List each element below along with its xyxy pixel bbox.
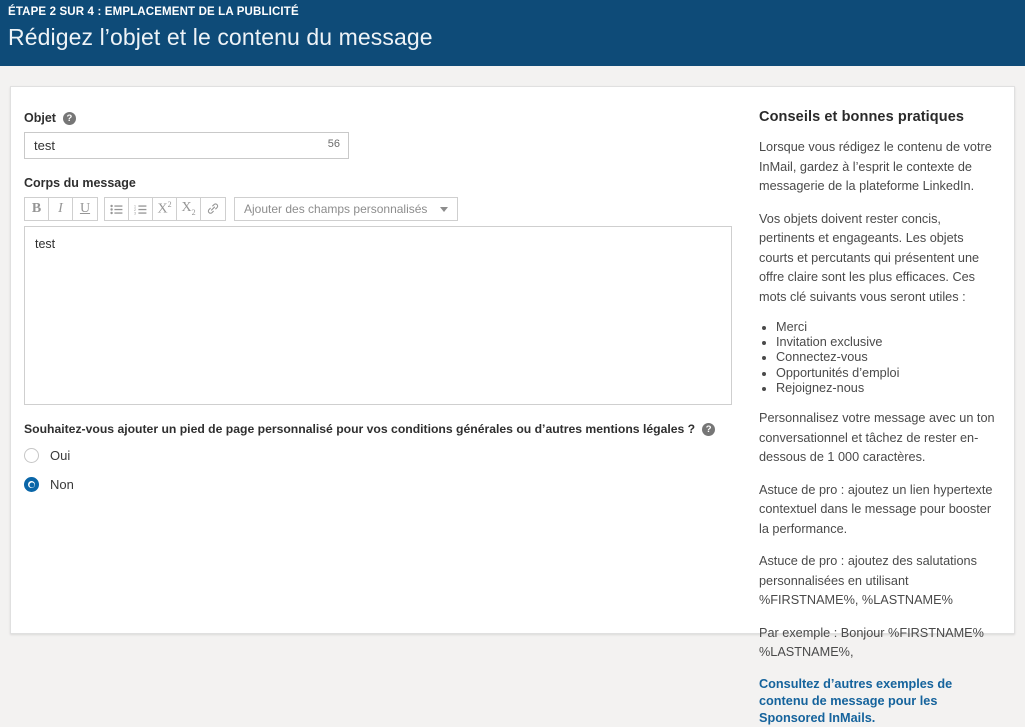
editor-toolbar: B I U 1 2 3 X2 X2 Ajouter des champs per… bbox=[24, 197, 746, 221]
subject-field-wrapper: 56 bbox=[24, 132, 349, 159]
radio-option-non[interactable]: Non bbox=[24, 477, 746, 492]
help-circle-icon[interactable]: ? bbox=[702, 422, 716, 436]
tips-paragraph-2: Vos objets doivent rester concis, pertin… bbox=[759, 211, 980, 304]
step-eyebrow: ÉTAPE 2 SUR 4 : EMPLACEMENT DE LA PUBLIC… bbox=[8, 6, 299, 18]
numbered-list-icon: 1 2 3 bbox=[134, 204, 147, 215]
italic-button[interactable]: I bbox=[49, 198, 73, 220]
list-item: Rejoignez-nous bbox=[776, 381, 998, 396]
tips-paragraph-5: Astuce de pro : ajoutez des salutations … bbox=[759, 554, 977, 608]
list-item: Connectez-vous bbox=[776, 350, 998, 365]
numbered-list-button[interactable]: 1 2 3 bbox=[129, 198, 153, 220]
tips-paragraph-3: Personnalisez votre message avec un ton … bbox=[759, 411, 995, 465]
body-label-row: Corps du message bbox=[24, 176, 746, 190]
tips-paragraph-4: Astuce de pro : ajoutez un lien hypertex… bbox=[759, 482, 993, 536]
list-item: Merci bbox=[776, 320, 998, 335]
list-item: Opportunités d’emploi bbox=[776, 366, 998, 381]
subject-label: Objet bbox=[24, 111, 56, 125]
footer-question-text: Souhaitez-vous ajouter un pied de page p… bbox=[24, 422, 696, 436]
list-item: Invitation exclusive bbox=[776, 335, 998, 350]
bold-button[interactable]: B bbox=[25, 198, 49, 220]
footer-question-row: Souhaitez-vous ajouter un pied de page p… bbox=[24, 422, 746, 436]
footer-radio-group: Oui Non bbox=[24, 448, 746, 492]
message-body-editor[interactable]: test bbox=[24, 226, 732, 405]
help-circle-icon[interactable]: ? bbox=[62, 111, 76, 125]
step-header: ÉTAPE 2 SUR 4 : EMPLACEMENT DE LA PUBLIC… bbox=[0, 0, 1025, 66]
tips-title: Conseils et bonnes pratiques bbox=[759, 109, 965, 125]
subject-label-row: Objet ? bbox=[24, 111, 746, 125]
page-title: Rédigez l’objet et le contenu du message bbox=[8, 24, 433, 50]
superscript-icon: X2 bbox=[157, 200, 172, 217]
content-card: Objet ? 56 Corps du message B I U bbox=[10, 86, 1015, 725]
tips-sidebar: Conseils et bonnes pratiques Lorsque vou… bbox=[746, 87, 1014, 725]
add-custom-fields-dropdown[interactable]: Ajouter des champs personnalisés bbox=[234, 197, 459, 221]
underline-button[interactable]: U bbox=[73, 198, 97, 220]
radio-label-non: Non bbox=[50, 477, 74, 492]
more-examples-link[interactable]: Consultez d’autres exemples de contenu d… bbox=[759, 676, 998, 727]
link-icon bbox=[206, 203, 220, 215]
subscript-icon: X2 bbox=[181, 200, 196, 217]
superscript-button[interactable]: X2 bbox=[153, 198, 177, 220]
radio-indicator-selected[interactable] bbox=[24, 477, 39, 492]
text-style-group: B I U bbox=[24, 197, 98, 221]
insert-link-button[interactable] bbox=[201, 198, 225, 220]
radio-indicator-unselected[interactable] bbox=[24, 448, 39, 463]
chevron-down-icon bbox=[440, 206, 449, 212]
tips-paragraph-6: Par exemple : Bonjour %FIRSTNAME% %LASTN… bbox=[759, 625, 984, 660]
list-and-script-group: 1 2 3 X2 X2 bbox=[104, 197, 226, 221]
body-label: Corps du message bbox=[24, 176, 136, 190]
add-custom-fields-label: Ajouter des champs personnalisés bbox=[244, 202, 428, 216]
radio-option-oui[interactable]: Oui bbox=[24, 448, 746, 463]
subscript-button[interactable]: X2 bbox=[177, 198, 201, 220]
tips-paragraph-1: Lorsque vous rédigez le contenu de votre… bbox=[759, 140, 992, 193]
bulleted-list-icon bbox=[110, 204, 123, 215]
svg-text:3: 3 bbox=[134, 211, 136, 215]
tips-keyword-list: Merci Invitation exclusive Connectez-vou… bbox=[759, 320, 998, 396]
bulleted-list-button[interactable] bbox=[105, 198, 129, 220]
form-column: Objet ? 56 Corps du message B I U bbox=[11, 87, 746, 633]
subject-input[interactable] bbox=[24, 132, 349, 159]
radio-label-oui: Oui bbox=[50, 448, 71, 463]
